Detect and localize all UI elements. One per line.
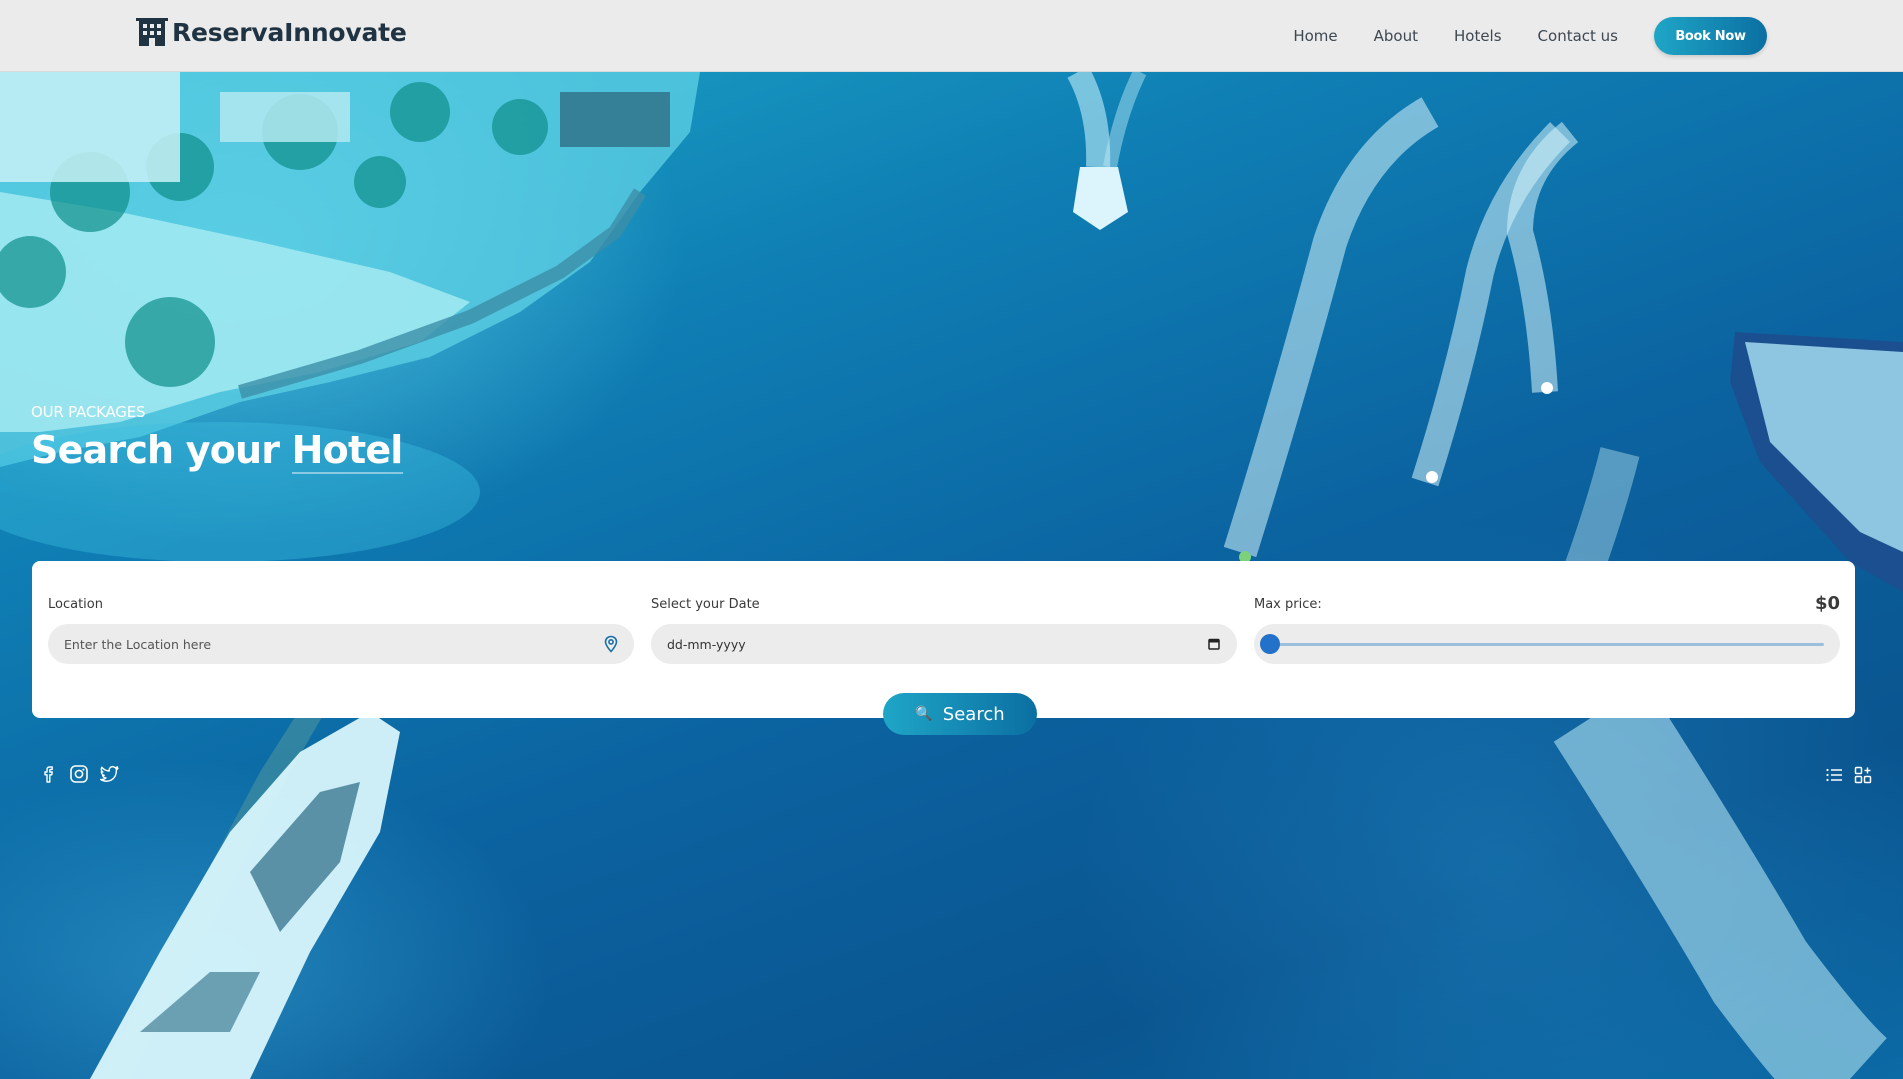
twitter-icon[interactable] (98, 763, 120, 785)
title-part-2: Hotel (291, 428, 403, 474)
search-form: Location Select your Date Max price: $0 … (32, 561, 1855, 735)
calendar-icon[interactable] (1205, 635, 1223, 653)
packages-eyebrow: OUR PACKAGES (31, 403, 146, 421)
max-price-label: Max price: (1254, 597, 1322, 612)
price-slider-track[interactable] (1266, 643, 1824, 646)
view-toggle (1815, 765, 1873, 785)
grid-view-icon[interactable] (1853, 765, 1873, 785)
search-button[interactable]: 🔍 Search (883, 693, 1037, 735)
page-title: Search your Hotel (31, 428, 403, 474)
date-box (651, 624, 1237, 664)
nav-contact[interactable]: Contact us (1538, 27, 1618, 45)
facebook-icon[interactable] (38, 763, 60, 785)
location-field: Location (48, 597, 634, 664)
max-price-value: $0 (1814, 593, 1840, 614)
map-pin-icon (604, 635, 618, 653)
navbar: ReservaInnovate Home About Hotels Contac… (0, 0, 1903, 72)
nav-about[interactable]: About (1374, 27, 1418, 45)
brand-logo[interactable]: ReservaInnovate (136, 16, 407, 48)
book-now-button[interactable]: Book Now (1654, 17, 1767, 55)
nav-home[interactable]: Home (1293, 27, 1337, 45)
search-icon: 🔍 (915, 706, 933, 722)
brand-name: ReservaInnovate (172, 17, 407, 47)
date-label: Select your Date (651, 597, 760, 612)
location-label: Location (48, 597, 103, 612)
main-nav: Home About Hotels Contact us Book Now (1293, 0, 1903, 72)
search-button-label: Search (942, 703, 1005, 725)
social-links (38, 763, 128, 785)
location-input[interactable] (64, 636, 618, 652)
location-box (48, 624, 634, 664)
date-field: Select your Date (651, 597, 1237, 664)
price-slider-thumb[interactable] (1260, 634, 1280, 654)
nav-hotels[interactable]: Hotels (1454, 27, 1502, 45)
building-icon (136, 18, 168, 46)
max-price-field: Max price: $0 (1254, 593, 1840, 664)
instagram-icon[interactable] (68, 763, 90, 785)
date-input[interactable] (667, 636, 1221, 652)
price-slider-box (1254, 624, 1840, 664)
list-view-icon[interactable] (1824, 765, 1844, 785)
title-part-1: Search your (31, 428, 280, 472)
